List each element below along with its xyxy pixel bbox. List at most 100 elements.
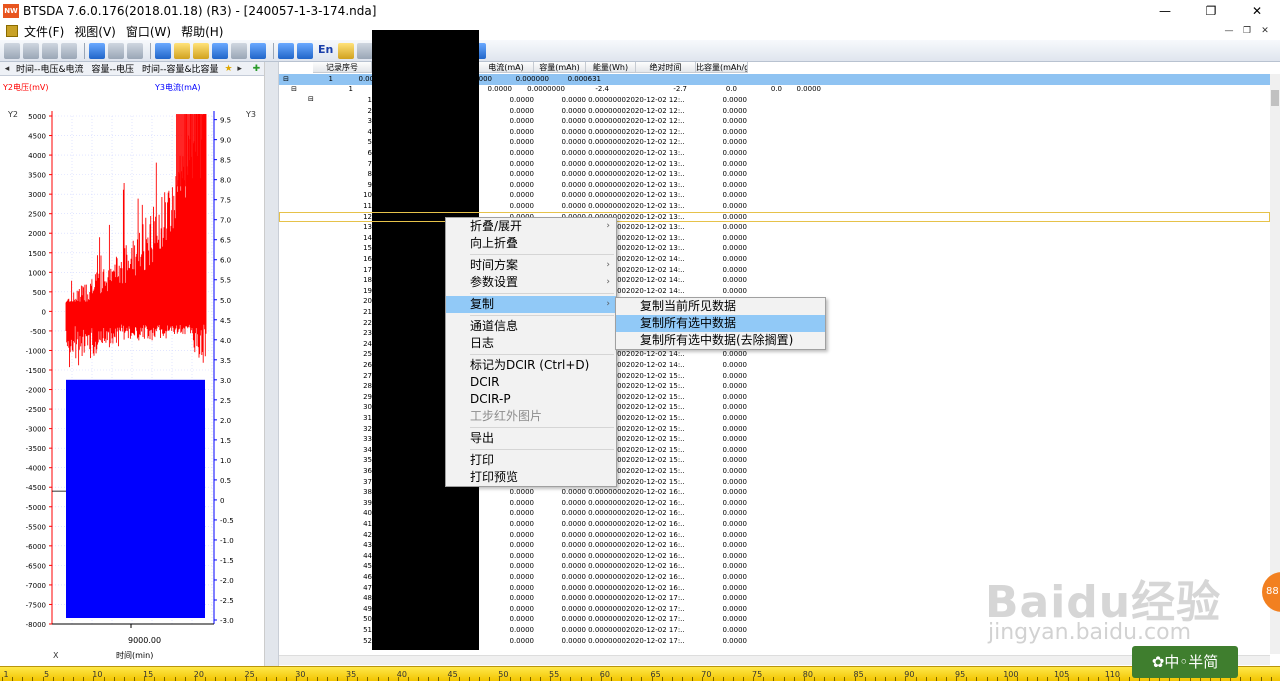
table-row[interactable]: 1796.00-2.40.00000002020-12-02 14:..0.00… (279, 265, 1270, 276)
context-menu-item[interactable]: 通道信息 (446, 318, 616, 335)
table-row[interactable]: 25144.00-2.40.00000002020-12-02 14:..0.0… (279, 349, 1270, 360)
restore-button[interactable]: ❐ (1188, 0, 1234, 22)
network-icon[interactable] (470, 42, 487, 59)
mdi-close-button[interactable]: ✕ (1256, 22, 1274, 40)
context-menu-item[interactable]: 打印预览 (446, 469, 616, 486)
language-button[interactable]: En (316, 43, 335, 59)
context-menu-item[interactable]: 打印 (446, 452, 616, 469)
zoom-icon[interactable] (42, 42, 58, 59)
table-row[interactable]: 2 6.00 -2.4 0.0000 0.0000 0.0000000 2020-12-02… (279, 106, 1270, 117)
table-row[interactable]: 40 222.00 -2.7 0.0000 0.0000 0.0000000 2020-12… (279, 508, 1270, 519)
table-row[interactable]: 28162.00-2.40.00000002020-12-02 15:..0.0… (279, 381, 1270, 392)
table-row[interactable]: 37204.00-2.40.00000002020-12-02 15:..0.0… (279, 477, 1270, 488)
zoom-out-icon[interactable] (61, 42, 77, 59)
summary-row[interactable]: 1 0.0000 2.9978 100.000 0.000000 0.000631 ⊟ (279, 74, 1270, 85)
context-menu-item[interactable]: DCIR (446, 374, 616, 391)
column-header[interactable]: 容量(mAh) (534, 62, 586, 73)
context-menu-item[interactable]: 日志 (446, 335, 616, 352)
table-row[interactable]: 35192.00-2.40.00000002020-12-02 15:..0.0… (279, 455, 1270, 466)
table-row[interactable]: 41 228.00 -2.7 0.0000 0.0000 0.0000000 2020-12… (279, 519, 1270, 530)
context-menu-item[interactable]: 导出 (446, 430, 616, 447)
context-menu-item[interactable]: 向上折叠 (446, 235, 616, 252)
context-menu-item[interactable]: 折叠/展开 › (446, 218, 616, 235)
table-row[interactable]: 29168.00-2.40.00000002020-12-02 15:..0.0… (279, 392, 1270, 403)
table-row[interactable]: 1584.00-2.40.00000002020-12-02 13:..0.00… (279, 243, 1270, 254)
copy-submenu-item[interactable]: 复制当前所见数据 (616, 298, 825, 315)
chart-settings-icon[interactable] (357, 42, 374, 59)
redo-icon[interactable] (127, 42, 143, 59)
tab-capacity-voltage[interactable]: 容量--电压 (88, 62, 139, 75)
table-row[interactable]: 11 60.00 -2.4 0.0000 0.0000 0.0000000 2020-12-… (279, 201, 1270, 212)
table-row[interactable]: 38 210.00 -2.7 0.0000 0.0000 0.0000000 2020-12… (279, 487, 1270, 498)
column-header[interactable]: 电流(mA) (479, 62, 534, 73)
menu-file[interactable]: 文件(F) (24, 23, 64, 40)
table-row[interactable]: 18102.00-2.40.00000002020-12-02 14:..0.0… (279, 275, 1270, 286)
column-header[interactable]: 电压(mV) (426, 62, 479, 73)
table-layout-icon[interactable] (385, 42, 402, 59)
context-menu-item[interactable]: 复制 › (446, 296, 616, 313)
minimize-button[interactable]: — (1142, 0, 1188, 22)
close-button[interactable]: ✕ (1234, 0, 1280, 22)
context-menu-item[interactable]: 标记为DCIR (Ctrl+D) (446, 357, 616, 374)
table-row[interactable]: 1372.00-2.70.00000002020-12-02 13:..0.00… (279, 222, 1270, 233)
vertical-scrollbar[interactable] (1270, 74, 1280, 654)
help-icon[interactable] (250, 42, 266, 59)
tab-time-capacity[interactable]: 时间--容量&比容量 (138, 62, 223, 75)
table-row[interactable]: 1 0.00 -2.4 0.0000 0.0000 0.0000000 2020-12-02… (279, 95, 1270, 106)
mdi-minimize-button[interactable]: — (1220, 22, 1238, 40)
table-row[interactable]: 39 216.00 -2.7 0.0000 0.0000 0.0000000 2020-12… (279, 498, 1270, 509)
context-menu-item[interactable]: 时间方案 › (446, 257, 616, 274)
table-row[interactable]: 34186.00-2.40.00000002020-12-02 15:..0.0… (279, 445, 1270, 456)
table-row[interactable]: 36198.00-2.40.00000002020-12-02 15:..0.0… (279, 466, 1270, 477)
context-menu-item[interactable]: DCIR-P (446, 391, 616, 408)
marker-icon[interactable] (338, 42, 355, 59)
line-tool-icon[interactable] (155, 42, 171, 59)
table-row[interactable]: 44 246.00 -2.7 0.0000 0.0000 0.0000000 2020-12… (279, 551, 1270, 562)
pointer-tool-icon[interactable] (23, 42, 39, 59)
column-header[interactable]: 能量(Wh) (586, 62, 636, 73)
table-row[interactable]: 8 42.00 -2.4 0.0000 0.0000 0.0000000 2020-12-0… (279, 169, 1270, 180)
table-columns-icon[interactable] (404, 42, 421, 59)
arrow-left-icon[interactable] (278, 42, 294, 59)
grid-view-icon[interactable] (89, 42, 105, 59)
table-row[interactable]: 43 240.00 -2.7 0.0000 0.0000 0.0000000 2020-12… (279, 540, 1270, 551)
table-rows-icon[interactable] (423, 42, 440, 59)
add-tab-icon[interactable]: ✚ (253, 64, 261, 74)
collapse-icon[interactable]: ⊟ (281, 74, 289, 85)
voltage-current-chart[interactable]: 5000450040003500300025002000150010005000… (0, 76, 265, 666)
excel-export-icon[interactable] (451, 42, 468, 59)
tab-scroll-right-icon[interactable]: ▸ (235, 64, 245, 74)
column-header[interactable]: 记录时间(min) (372, 62, 426, 73)
table-row[interactable]: 5 24.00 -2.4 0.0000 0.0000 0.0000000 2020-12-0… (279, 137, 1270, 148)
scrollbar-thumb[interactable] (1271, 90, 1279, 106)
menu-help[interactable]: 帮助(H) (181, 23, 223, 40)
table-row[interactable]: 42 234.00 -2.7 0.0000 0.0000 0.0000000 2020-12… (279, 530, 1270, 541)
table-row[interactable]: 31173.44-2.40.00000002020-12-02 15:..0.0… (279, 413, 1270, 424)
table-row[interactable]: 4 18.00 -2.4 0.0000 0.0000 0.0000000 2020-12-0… (279, 127, 1270, 138)
column-header[interactable]: 比容量(mAh/g) (696, 62, 748, 73)
menu-view[interactable]: 视图(V) (74, 23, 116, 40)
menu-window[interactable]: 窗口(W) (126, 23, 171, 40)
table-row[interactable]: 19108.00-2.40.00000002020-12-02 14:..0.0… (279, 286, 1270, 297)
print-icon[interactable] (231, 42, 247, 59)
table-row[interactable]: 10 54.00 -2.4 0.0000 0.0000 0.0000000 2020-12-… (279, 190, 1270, 201)
table-row[interactable]: 26150.00-2.40.00000002020-12-02 14:..0.0… (279, 360, 1270, 371)
table-row[interactable]: 1478.00-2.40.00000002020-12-02 13:..0.00… (279, 233, 1270, 244)
step-row[interactable]: 1 搁置 720.00 0.0000 0.0000000 -2.4 -2.7 0.0 0.0 0.… (279, 84, 1270, 95)
context-menu-item[interactable]: 参数设置 › (446, 274, 616, 291)
column-header[interactable]: 绝对时间 (636, 62, 696, 73)
collapse-icon[interactable]: ⊟ (289, 84, 297, 95)
tab-time-voltage-current[interactable]: 时间--电压&电流 (12, 62, 88, 75)
table-row[interactable]: 30171.04-2.40.00000002020-12-02 15:..0.0… (279, 402, 1270, 413)
table-row[interactable]: 9 48.00 -2.4 0.0000 0.0000 0.0000000 2020-12-0… (279, 180, 1270, 191)
favorite-star-icon[interactable]: ★ (225, 64, 233, 74)
table-row[interactable]: 27156.00-2.40.00000002020-12-02 15:..0.0… (279, 371, 1270, 382)
hand-tool-icon[interactable] (4, 42, 20, 59)
table-row[interactable]: 6 30.00 -2.7 0.0000 0.0000 0.0000000 2020-12-0… (279, 148, 1270, 159)
arrow-right-icon[interactable] (297, 42, 313, 59)
table-row[interactable]: 33180.00-2.40.00000002020-12-02 15:..0.0… (279, 434, 1270, 445)
filter-icon[interactable] (174, 42, 190, 59)
panel-splitter[interactable] (265, 62, 279, 666)
tab-scroll-left-icon[interactable]: ◂ (2, 64, 12, 74)
table-row[interactable]: 32174.00-2.40.00000002020-12-02 15:..0.0… (279, 424, 1270, 435)
